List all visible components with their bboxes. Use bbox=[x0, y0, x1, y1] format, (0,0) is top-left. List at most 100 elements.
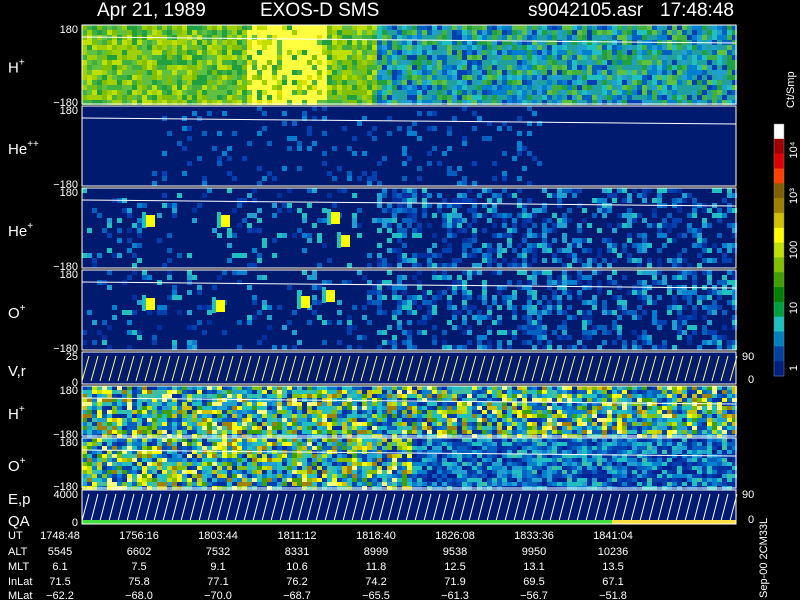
heatmap-cell bbox=[727, 90, 732, 95]
heatmap-cell bbox=[722, 75, 727, 80]
heatmap-cell bbox=[342, 126, 347, 131]
heatmap-cell bbox=[87, 394, 92, 398]
heatmap-cell bbox=[582, 310, 587, 315]
heatmap-cell bbox=[287, 406, 292, 410]
heatmap-cell bbox=[517, 60, 522, 65]
heatmap-cell bbox=[217, 233, 222, 238]
heatmap-cell bbox=[97, 50, 102, 55]
heatmap-cell bbox=[572, 193, 577, 198]
heatmap-cell bbox=[132, 402, 137, 406]
heatmap-cell bbox=[662, 55, 667, 60]
heatmap-cell bbox=[432, 95, 437, 100]
heatmap-cell bbox=[547, 275, 552, 280]
heatmap-cell bbox=[387, 418, 392, 422]
heatmap-cell bbox=[497, 243, 502, 248]
heatmap-cell bbox=[192, 402, 197, 406]
heatmap-cell bbox=[272, 410, 277, 414]
heatmap-cell bbox=[667, 65, 672, 70]
heatmap-cell bbox=[707, 290, 712, 295]
heatmap-cell bbox=[412, 390, 417, 394]
heatmap-cell bbox=[697, 90, 702, 95]
heatmap-cell bbox=[172, 394, 177, 398]
heatmap-cell bbox=[607, 90, 612, 95]
heatmap-cell bbox=[322, 85, 327, 90]
plot-time: 17:48:48 bbox=[660, 0, 734, 21]
heatmap-cell bbox=[532, 75, 537, 80]
heatmap-cell bbox=[722, 253, 727, 258]
heatmap-cell bbox=[662, 60, 667, 65]
heatmap-cell bbox=[442, 218, 447, 223]
heatmap-cell bbox=[692, 310, 697, 315]
heatmap-cell bbox=[702, 25, 707, 30]
heatmap-cell bbox=[342, 430, 347, 434]
heatmap-cell bbox=[462, 414, 467, 418]
heatmap-cell bbox=[717, 55, 722, 60]
heatmap-cell bbox=[532, 156, 537, 161]
heatmap-cell bbox=[322, 418, 327, 422]
heatmap-cell bbox=[452, 315, 457, 320]
heatmap-cell bbox=[567, 422, 572, 426]
heatmap-cell bbox=[437, 263, 442, 268]
heatmap-cell bbox=[547, 386, 552, 390]
heatmap-cell bbox=[307, 386, 312, 390]
heatmap-cell bbox=[387, 422, 392, 426]
heatmap-cell bbox=[172, 90, 177, 95]
heatmap-cell bbox=[517, 90, 522, 95]
heatmap-cell bbox=[467, 414, 472, 418]
heatmap-cell bbox=[362, 95, 367, 100]
heatmap-cell bbox=[442, 248, 447, 253]
heatmap-cell bbox=[112, 95, 117, 100]
heatmap-cell bbox=[642, 65, 647, 70]
heatmap-cell bbox=[392, 418, 397, 422]
heatmap-cell bbox=[272, 426, 277, 430]
heatmap-cell bbox=[252, 40, 257, 45]
heatmap-cell bbox=[352, 193, 357, 198]
heatmap-cell bbox=[272, 30, 277, 35]
heatmap-cell bbox=[532, 90, 537, 95]
heatmap-cell bbox=[417, 402, 422, 406]
heatmap-cell bbox=[117, 70, 122, 75]
heatmap-cell bbox=[492, 198, 497, 203]
heatmap-cell bbox=[202, 193, 207, 198]
heatmap-cell bbox=[87, 85, 92, 90]
heatmap-cell bbox=[447, 422, 452, 426]
heatmap-cell bbox=[672, 70, 677, 75]
heatmap-cell bbox=[627, 80, 632, 85]
heatmap-cell bbox=[197, 45, 202, 50]
heatmap-cell bbox=[357, 390, 362, 394]
heatmap-cell bbox=[362, 305, 367, 310]
heatmap-cell bbox=[582, 65, 587, 70]
heatmap-cell bbox=[367, 422, 372, 426]
heatmap-cell bbox=[617, 75, 622, 80]
heatmap-cell bbox=[702, 270, 707, 275]
heatmap-cell bbox=[647, 270, 652, 275]
heatmap-cell bbox=[607, 55, 612, 60]
heatmap-cell bbox=[522, 75, 527, 80]
heatmap-cell bbox=[372, 25, 377, 30]
heatmap-cell bbox=[697, 45, 702, 50]
heatmap-cell bbox=[307, 80, 312, 85]
heatmap-cell bbox=[612, 35, 617, 40]
heatmap-cell bbox=[712, 55, 717, 60]
heatmap-cell bbox=[197, 80, 202, 85]
heatmap-cell bbox=[197, 418, 202, 422]
heatmap-cell bbox=[657, 280, 662, 285]
heatmap-cell bbox=[457, 345, 462, 350]
heatmap-cell bbox=[567, 60, 572, 65]
heatmap-cell bbox=[102, 418, 107, 422]
heatmap-cell bbox=[682, 233, 687, 238]
heatmap-cell bbox=[372, 85, 377, 90]
heatmap-cell bbox=[287, 136, 292, 141]
heatmap-cell bbox=[92, 50, 97, 55]
heatmap-cell bbox=[687, 223, 692, 228]
heatmap-cell bbox=[662, 65, 667, 70]
heatmap-cell bbox=[512, 218, 517, 223]
heatmap-cell bbox=[507, 426, 512, 430]
heatmap-cell bbox=[707, 310, 712, 315]
heatmap-cell bbox=[672, 295, 677, 300]
heatmap-cell bbox=[562, 233, 567, 238]
heatmap-cell bbox=[397, 410, 402, 414]
heatmap-cell bbox=[507, 243, 512, 248]
heatmap-cell bbox=[132, 85, 137, 90]
heatmap-cell bbox=[467, 426, 472, 430]
